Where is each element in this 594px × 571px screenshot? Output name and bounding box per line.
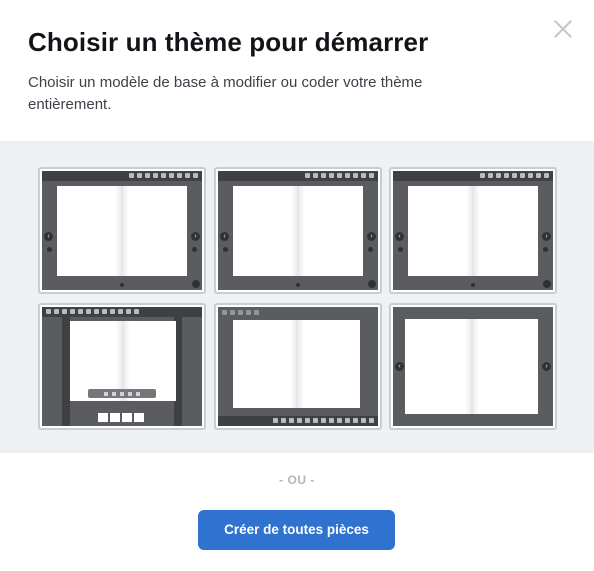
- dot-icon: [543, 247, 548, 252]
- sidebar-left: [62, 317, 70, 426]
- theme-preview: [218, 307, 378, 426]
- page-indicator: [471, 283, 475, 287]
- top-icons: [222, 310, 259, 315]
- create-from-scratch-button[interactable]: Créer de toutes pièces: [198, 510, 395, 550]
- dot-icon: [398, 247, 403, 252]
- prev-arrow-icon[interactable]: ‹: [44, 232, 53, 241]
- theme-preview: ‹ ›: [393, 307, 553, 426]
- floating-toolbar[interactable]: [88, 389, 156, 398]
- theme-preview: ‹ ›: [393, 171, 553, 290]
- theme-card-3[interactable]: ‹ ›: [389, 167, 557, 294]
- page-indicator: [296, 283, 300, 287]
- dot-icon: [47, 247, 52, 252]
- next-arrow-icon[interactable]: ›: [367, 232, 376, 241]
- close-icon[interactable]: [553, 19, 573, 39]
- dialog-subtitle: Choisir un modèle de base à modifier ou …: [28, 74, 423, 113]
- dot-icon: [192, 247, 197, 252]
- zoom-icon[interactable]: [368, 280, 376, 288]
- book-spread: [408, 186, 538, 276]
- dot-icon: [368, 247, 373, 252]
- theme-picker-dialog: Choisir un thème pour démarrer Choisir u…: [0, 0, 594, 571]
- divider-label: - OU -: [279, 473, 315, 487]
- toolbar: [42, 307, 202, 317]
- book-spread: [57, 186, 187, 276]
- book-spread: [233, 320, 360, 408]
- prev-arrow-icon[interactable]: ‹: [220, 232, 229, 241]
- theme-preview: [42, 307, 202, 426]
- toolbar: [42, 171, 202, 181]
- theme-card-1[interactable]: ‹ ›: [38, 167, 206, 294]
- page-indicator: [120, 283, 124, 287]
- page-thumbnails[interactable]: [98, 413, 144, 422]
- theme-card-4[interactable]: [38, 303, 206, 430]
- theme-card-6[interactable]: ‹ ›: [389, 303, 557, 430]
- theme-preview: ‹ ›: [218, 171, 378, 290]
- dot-icon: [223, 247, 228, 252]
- dialog-title: Choisir un thème pour démarrer: [28, 27, 429, 57]
- theme-gallery: ‹ › ‹ › ‹ › ‹ ›: [0, 141, 594, 453]
- next-arrow-icon[interactable]: ›: [191, 232, 200, 241]
- zoom-icon[interactable]: [543, 280, 551, 288]
- theme-card-2[interactable]: ‹ ›: [214, 167, 382, 294]
- theme-card-5[interactable]: [214, 303, 382, 430]
- toolbar: [393, 171, 553, 181]
- book-spread: [405, 319, 538, 414]
- bottom-toolbar: [218, 416, 378, 426]
- toolbar: [218, 171, 378, 181]
- zoom-icon[interactable]: [192, 280, 200, 288]
- theme-preview: ‹ ›: [42, 171, 202, 290]
- next-arrow-icon[interactable]: ›: [542, 232, 551, 241]
- next-arrow-icon[interactable]: ›: [542, 362, 551, 371]
- prev-arrow-icon[interactable]: ‹: [395, 232, 404, 241]
- book-spread: [233, 186, 363, 276]
- prev-arrow-icon[interactable]: ‹: [395, 362, 404, 371]
